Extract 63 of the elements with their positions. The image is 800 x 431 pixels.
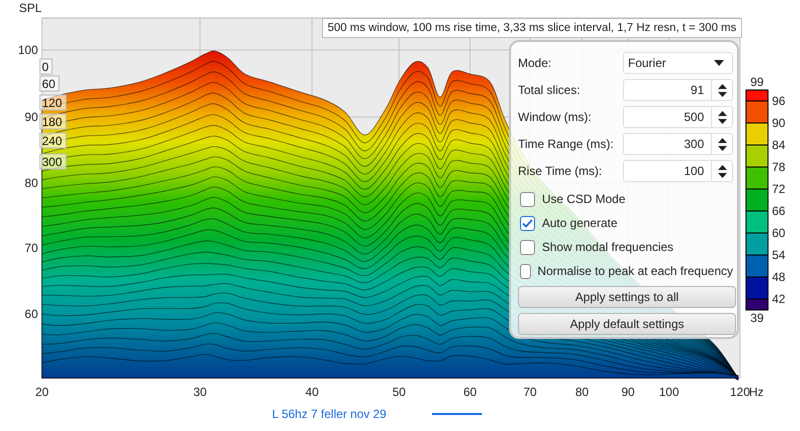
- scale-label: 66: [772, 204, 786, 218]
- x-tick-label: 90: [621, 385, 635, 399]
- x-tick-label: 120: [730, 385, 750, 399]
- scale-label: 54: [772, 248, 786, 262]
- field-label: Window (ms):: [518, 110, 592, 124]
- time-label: 60: [40, 76, 60, 92]
- y-tick-label: 60: [24, 307, 38, 321]
- mode-dropdown[interactable]: Fourier: [623, 52, 733, 74]
- x-tick-label: 100: [658, 385, 680, 399]
- time-label: 120: [40, 94, 66, 110]
- caret-icon: [714, 60, 724, 66]
- spinner-icon: [718, 110, 726, 124]
- x-tick-label: 60: [463, 385, 477, 399]
- field-label: Total slices:: [518, 83, 580, 97]
- scale-label: 99: [750, 75, 764, 89]
- checkbox-label: Auto generate: [542, 216, 618, 230]
- checkbox-label: Normalise to peak at each frequency: [538, 264, 733, 278]
- scale-label: 84: [772, 138, 786, 152]
- time-label: 240: [40, 132, 66, 148]
- x-tick-label: 70: [523, 385, 537, 399]
- x-tick-label: 50: [392, 385, 406, 399]
- checkbox[interactable]: [520, 216, 535, 230]
- spinner-icon: [718, 164, 726, 178]
- legend-line: [432, 413, 482, 415]
- time-label: 0: [40, 58, 52, 74]
- spinner-field[interactable]: 300: [623, 133, 733, 155]
- legend-label: L 56hz 7 feller nov 29: [272, 407, 386, 421]
- field-label: Time Range (ms):: [518, 137, 614, 151]
- x-tick-label: 80: [575, 385, 589, 399]
- checkbox[interactable]: [520, 264, 531, 278]
- y-tick-label: 100: [18, 43, 38, 57]
- checkbox[interactable]: [520, 240, 535, 254]
- x-tick-label: 40: [305, 385, 319, 399]
- scale-label: 42: [772, 292, 786, 306]
- scale-label: 78: [772, 160, 786, 174]
- scale-label: 60: [772, 226, 786, 240]
- y-tick-label: 70: [24, 241, 38, 255]
- apply-button[interactable]: Apply default settings: [518, 313, 736, 335]
- x-unit-label: Hz: [749, 385, 764, 399]
- spinner-field[interactable]: 100: [623, 160, 733, 182]
- checkbox-label: Use CSD Mode: [542, 192, 626, 206]
- scale-label: 72: [772, 182, 786, 196]
- field-label: Mode:: [518, 56, 552, 70]
- checkbox-label: Show modal frequencies: [542, 240, 674, 254]
- spinner-icon: [718, 138, 726, 150]
- spinner-icon: [718, 84, 726, 96]
- info-label: 500 ms window, 100 ms rise time, 3,33 ms slice interval, 1,7 Hz resn, t = 300 ms: [322, 18, 742, 38]
- spinner-field[interactable]: 91: [623, 79, 733, 101]
- y-axis-title: SPL: [19, 1, 42, 15]
- scale-label: 96: [772, 94, 786, 108]
- x-tick-label: 20: [35, 385, 49, 399]
- y-tick-label: 90: [24, 110, 38, 124]
- y-tick-label: 80: [24, 176, 38, 190]
- scale-label: 90: [772, 116, 786, 130]
- checkbox[interactable]: [520, 192, 535, 206]
- x-tick-label: 30: [193, 385, 207, 399]
- field-label: Rise Time (ms):: [518, 164, 602, 178]
- spinner-field[interactable]: 500: [623, 106, 733, 128]
- scale-label: 48: [772, 270, 786, 284]
- apply-button[interactable]: Apply settings to all: [518, 286, 736, 308]
- scale-label: 39: [750, 311, 764, 325]
- time-label: 180: [40, 114, 66, 130]
- time-label: 300: [40, 154, 66, 170]
